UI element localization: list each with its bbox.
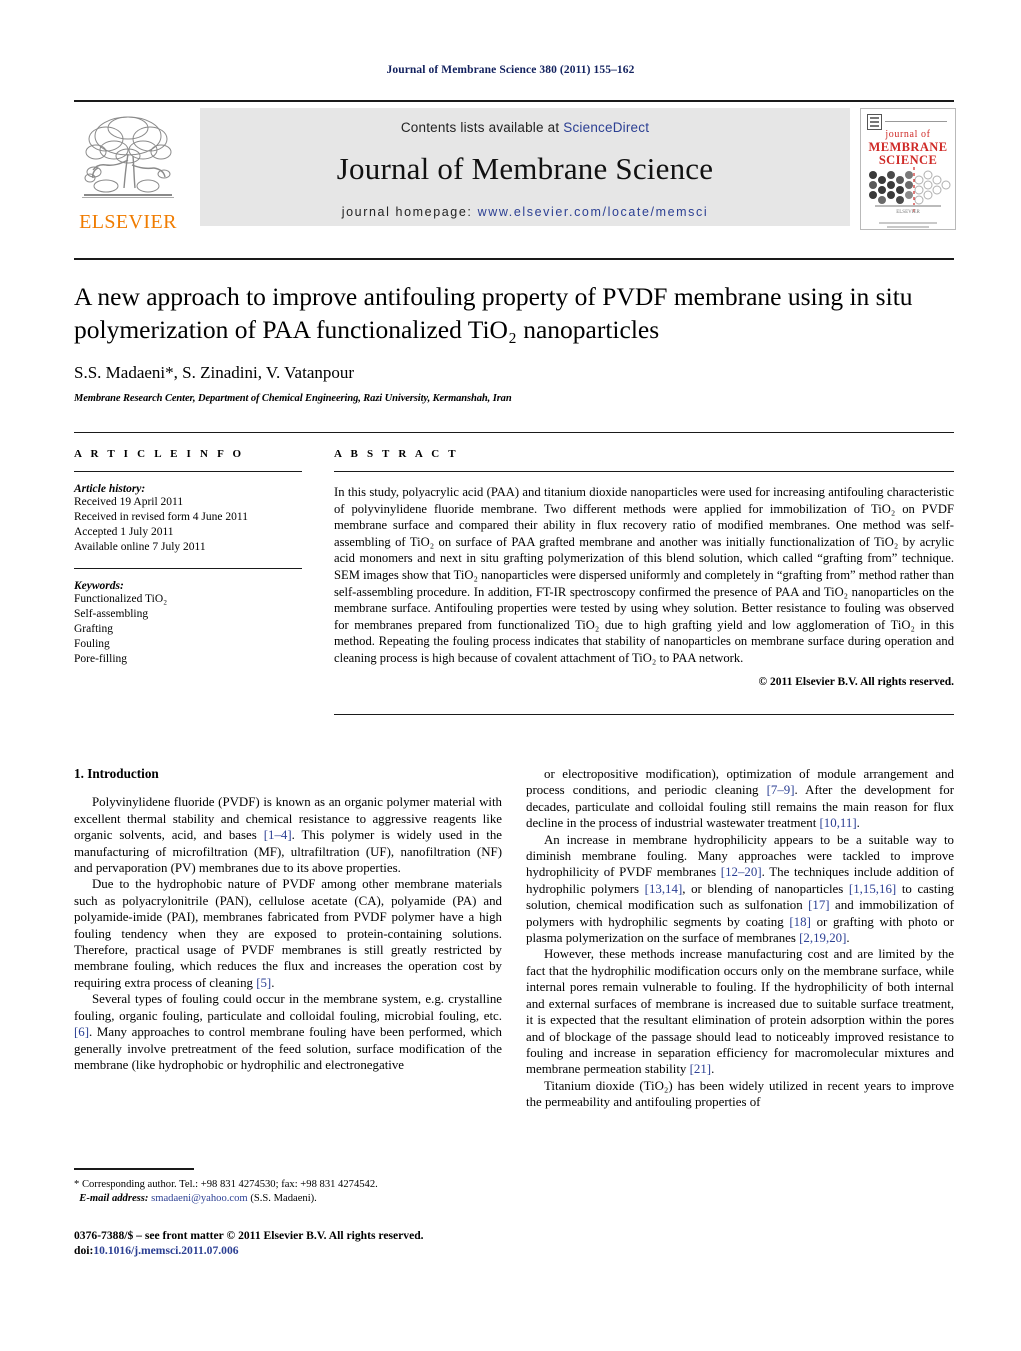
history-item: Available online 7 July 2011 bbox=[74, 541, 206, 553]
cover-divider bbox=[885, 121, 947, 122]
article-page: Journal of Membrane Science 380 (2011) 1… bbox=[0, 0, 1021, 1351]
affiliation: Membrane Research Center, Department of … bbox=[74, 393, 512, 404]
page-title: A new approach to improve antifouling pr… bbox=[74, 282, 913, 344]
corresponding-author-note: * Corresponding author. Tel.: +98 831 42… bbox=[74, 1178, 378, 1190]
keywords-rule bbox=[74, 568, 302, 569]
journal-masthead: ELSEVIER Contents lists available at Sci… bbox=[74, 100, 956, 233]
abstract-bottom-rule bbox=[334, 714, 954, 715]
cover-logo-icon bbox=[867, 114, 882, 130]
journal-cover-thumbnail: journal of MEMBRANE SCIENCE ELSEVIER bbox=[860, 108, 956, 230]
sciencedirect-link[interactable]: ScienceDirect bbox=[563, 120, 649, 135]
title-block: A new approach to improve antifouling pr… bbox=[74, 280, 960, 404]
footnote-text: * Corresponding author. Tel.: +98 831 42… bbox=[74, 1178, 502, 1206]
body-paragraph: Due to the hydrophobic nature of PVDF am… bbox=[74, 877, 502, 990]
body-paragraph: or electropositive modification), optimi… bbox=[526, 767, 954, 831]
contents-lists-line: Contents lists available at ScienceDirec… bbox=[200, 120, 850, 135]
footnote-block: * Corresponding author. Tel.: +98 831 42… bbox=[74, 1168, 502, 1206]
running-head: Journal of Membrane Science 380 (2011) 1… bbox=[386, 64, 635, 76]
article-info-heading: A R T I C L E I N F O bbox=[74, 448, 245, 460]
cover-line-science: SCIENCE bbox=[878, 153, 938, 167]
keyword-item: Self-assembling bbox=[74, 608, 149, 620]
keyword-item: Grafting bbox=[74, 623, 113, 635]
abstract-heading: A B S T R A C T bbox=[334, 448, 459, 460]
journal-title: Journal of Membrane Science bbox=[336, 151, 714, 186]
front-matter-line: 0376-7388/$ – see front matter © 2011 El… bbox=[74, 1229, 424, 1242]
author-list: S.S. Madaeni*, S. Zinadini, V. Vatanpour bbox=[74, 363, 355, 382]
keyword-item: Pore-filling bbox=[74, 653, 128, 665]
keywords-label: Keywords: bbox=[74, 580, 124, 592]
email-link[interactable]: smadaeni@yahoo.com bbox=[151, 1193, 248, 1204]
keyword-item: Fouling bbox=[74, 638, 110, 650]
article-info-column: A R T I C L E I N F O Article history: R… bbox=[74, 448, 302, 667]
article-history-label: Article history: bbox=[74, 483, 146, 495]
doi-line: doi:10.1016/j.memsci.2011.07.006 bbox=[74, 1243, 502, 1258]
email-note: E-mail address: smadaeni@yahoo.com (S.S.… bbox=[74, 1192, 502, 1206]
contents-lists-prefix: Contents lists available at bbox=[400, 120, 564, 135]
abstract-text: In this study, polyacrylic acid (PAA) an… bbox=[334, 485, 954, 665]
cover-imprint: ELSEVIER bbox=[896, 210, 920, 215]
elsevier-logo: ELSEVIER bbox=[76, 108, 180, 233]
keywords-group: Keywords: Functionalized TiO₂ Self-assem… bbox=[74, 580, 302, 667]
history-item: Received 19 April 2011 bbox=[74, 496, 184, 508]
body-paragraph: Polyvinylidene fluoride (PVDF) is known … bbox=[74, 795, 502, 876]
body-column-right: or electropositive modification), optimi… bbox=[526, 766, 954, 1111]
info-top-rule bbox=[74, 432, 954, 433]
body-paragraph: Titanium dioxide (TiO₂) has been widely … bbox=[526, 1078, 954, 1110]
history-item: Received in revised form 4 June 2011 bbox=[74, 511, 248, 523]
journal-homepage-line: journal homepage: www.elsevier.com/locat… bbox=[200, 205, 850, 219]
cover-line-journal-of: journal of bbox=[885, 129, 931, 140]
cover-footer-bar-2 bbox=[887, 226, 929, 228]
footnote-rule bbox=[74, 1168, 194, 1170]
doi-link[interactable]: 10.1016/j.memsci.2011.07.006 bbox=[93, 1244, 238, 1257]
abstract-copyright: © 2011 Elsevier B.V. All rights reserved… bbox=[758, 675, 954, 688]
elsevier-wordmark: ELSEVIER bbox=[79, 211, 177, 233]
section-heading-introduction: 1. Introduction bbox=[74, 766, 159, 781]
email-label: E-mail address: bbox=[79, 1192, 149, 1204]
elsevier-tree-icon bbox=[82, 116, 174, 198]
cover-footer-bar-1 bbox=[879, 222, 937, 224]
cover-footer-rule bbox=[875, 205, 941, 207]
journal-banner: Contents lists available at ScienceDirec… bbox=[200, 108, 850, 226]
abstract-column: A B S T R A C T In this study, polyacryl… bbox=[334, 448, 954, 688]
history-item: Accepted 1 July 2011 bbox=[74, 526, 174, 538]
doi-label: doi: bbox=[74, 1244, 94, 1257]
keyword-item: Functionalized TiO₂ bbox=[74, 593, 168, 605]
article-history-group: Article history: Received 19 April 2011 … bbox=[74, 483, 302, 555]
body-column-left: 1. Introduction Polyvinylidene fluoride … bbox=[74, 766, 502, 1073]
body-paragraph: An increase in membrane hydrophilicity a… bbox=[526, 832, 954, 946]
body-paragraph: Several types of fouling could occur in … bbox=[74, 992, 502, 1072]
email-owner: (S.S. Madaeni). bbox=[250, 1192, 317, 1204]
masthead-top-rule bbox=[74, 100, 954, 102]
homepage-prefix: journal homepage: bbox=[341, 205, 478, 219]
page-footer: 0376-7388/$ – see front matter © 2011 El… bbox=[74, 1228, 502, 1258]
title-top-rule bbox=[74, 258, 954, 260]
abstract-rule bbox=[334, 471, 954, 472]
article-info-rule bbox=[74, 471, 302, 472]
body-paragraph: However, these methods increase manufact… bbox=[526, 947, 954, 1077]
homepage-link[interactable]: www.elsevier.com/locate/memsci bbox=[478, 205, 709, 219]
